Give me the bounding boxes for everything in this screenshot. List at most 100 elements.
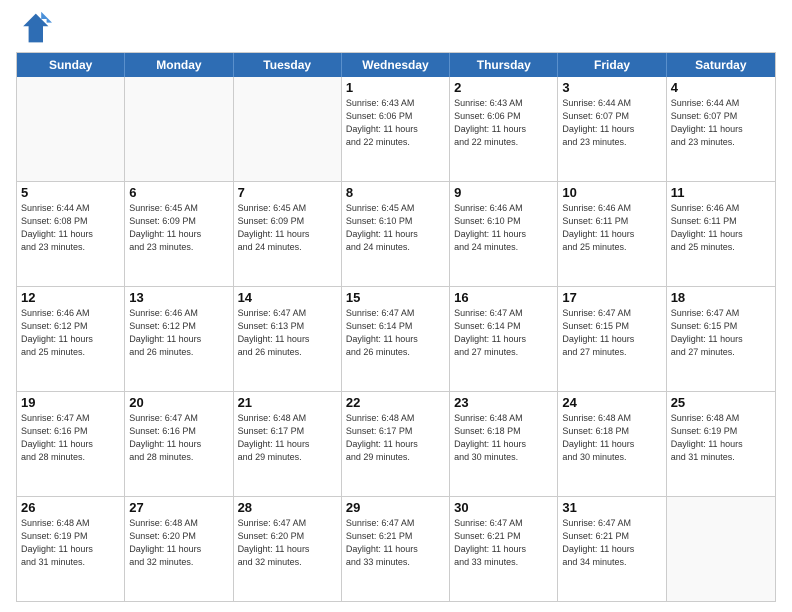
day-number: 3	[562, 80, 661, 95]
calendar-cell-27: 27 Sunrise: 6:48 AM Sunset: 6:20 PM Dayli…	[125, 497, 233, 601]
calendar-cell-14: 14 Sunrise: 6:47 AM Sunset: 6:13 PM Dayli…	[234, 287, 342, 391]
cell-text: Sunrise: 6:48 AM Sunset: 6:20 PM Dayligh…	[129, 517, 228, 569]
day-number: 19	[21, 395, 120, 410]
calendar-cell-25: 25Sunrise: 6:48 AM Sunset: 6:19 PM Dayli…	[667, 392, 775, 496]
calendar-row-4: 26 Sunrise: 6:48 AM Sunset: 6:19 PM Dayli…	[17, 496, 775, 601]
weekday-header-tuesday: Tuesday	[234, 53, 342, 77]
cell-text: Sunrise: 6:44 AM Sunset: 6:07 PM Dayligh…	[671, 97, 771, 149]
cell-text: Sunrise: 6:47 AM Sunset: 6:16 PM Dayligh…	[21, 412, 120, 464]
calendar-cell-10: 10 Sunrise: 6:46 AM Sunset: 6:11 PM Dayli…	[558, 182, 666, 286]
cell-text: Sunrise: 6:48 AM Sunset: 6:17 PM Dayligh…	[346, 412, 445, 464]
day-number: 30	[454, 500, 553, 515]
calendar-cell-13: 13 Sunrise: 6:46 AM Sunset: 6:12 PM Dayli…	[125, 287, 233, 391]
cell-text: Sunrise: 6:46 AM Sunset: 6:12 PM Dayligh…	[129, 307, 228, 359]
cell-text: Sunrise: 6:47 AM Sunset: 6:14 PM Dayligh…	[454, 307, 553, 359]
calendar-cell-5: 5 Sunrise: 6:44 AM Sunset: 6:08 PM Daylig…	[17, 182, 125, 286]
calendar-header: SundayMondayTuesdayWednesdayThursdayFrid…	[17, 53, 775, 77]
day-number: 28	[238, 500, 337, 515]
cell-text: Sunrise: 6:44 AM Sunset: 6:08 PM Dayligh…	[21, 202, 120, 254]
calendar-body: 1 Sunrise: 6:43 AM Sunset: 6:06 PM Daylig…	[17, 77, 775, 601]
weekday-header-wednesday: Wednesday	[342, 53, 450, 77]
logo-icon	[16, 10, 52, 46]
cell-text: Sunrise: 6:46 AM Sunset: 6:11 PM Dayligh…	[671, 202, 771, 254]
day-number: 1	[346, 80, 445, 95]
weekday-header-monday: Monday	[125, 53, 233, 77]
calendar-cell-28: 28 Sunrise: 6:47 AM Sunset: 6:20 PM Dayli…	[234, 497, 342, 601]
day-number: 27	[129, 500, 228, 515]
calendar-cell-empty-0-1	[125, 77, 233, 181]
day-number: 17	[562, 290, 661, 305]
calendar-cell-9: 9 Sunrise: 6:46 AM Sunset: 6:10 PM Daylig…	[450, 182, 558, 286]
cell-text: Sunrise: 6:48 AM Sunset: 6:17 PM Dayligh…	[238, 412, 337, 464]
header	[16, 10, 776, 46]
cell-text: Sunrise: 6:46 AM Sunset: 6:11 PM Dayligh…	[562, 202, 661, 254]
day-number: 11	[671, 185, 771, 200]
cell-text: Sunrise: 6:48 AM Sunset: 6:19 PM Dayligh…	[21, 517, 120, 569]
calendar-cell-29: 29 Sunrise: 6:47 AM Sunset: 6:21 PM Dayli…	[342, 497, 450, 601]
calendar-cell-26: 26 Sunrise: 6:48 AM Sunset: 6:19 PM Dayli…	[17, 497, 125, 601]
calendar-row-1: 5 Sunrise: 6:44 AM Sunset: 6:08 PM Daylig…	[17, 181, 775, 286]
weekday-header-friday: Friday	[558, 53, 666, 77]
day-number: 20	[129, 395, 228, 410]
cell-text: Sunrise: 6:43 AM Sunset: 6:06 PM Dayligh…	[454, 97, 553, 149]
weekday-header-sunday: Sunday	[17, 53, 125, 77]
calendar-cell-1: 1 Sunrise: 6:43 AM Sunset: 6:06 PM Daylig…	[342, 77, 450, 181]
day-number: 29	[346, 500, 445, 515]
cell-text: Sunrise: 6:44 AM Sunset: 6:07 PM Dayligh…	[562, 97, 661, 149]
calendar-cell-11: 11 Sunrise: 6:46 AM Sunset: 6:11 PM Dayli…	[667, 182, 775, 286]
day-number: 5	[21, 185, 120, 200]
calendar-cell-23: 23Sunrise: 6:48 AM Sunset: 6:18 PM Dayli…	[450, 392, 558, 496]
cell-text: Sunrise: 6:46 AM Sunset: 6:10 PM Dayligh…	[454, 202, 553, 254]
day-number: 22	[346, 395, 445, 410]
calendar-cell-8: 8Sunrise: 6:45 AM Sunset: 6:10 PM Daylig…	[342, 182, 450, 286]
calendar-cell-15: 15 Sunrise: 6:47 AM Sunset: 6:14 PM Dayli…	[342, 287, 450, 391]
day-number: 12	[21, 290, 120, 305]
calendar-cell-31: 31 Sunrise: 6:47 AM Sunset: 6:21 PM Dayli…	[558, 497, 666, 601]
calendar-cell-empty-0-2	[234, 77, 342, 181]
calendar-cell-empty-4-6	[667, 497, 775, 601]
calendar-cell-18: 18Sunrise: 6:47 AM Sunset: 6:15 PM Dayli…	[667, 287, 775, 391]
calendar-row-0: 1 Sunrise: 6:43 AM Sunset: 6:06 PM Daylig…	[17, 77, 775, 181]
cell-text: Sunrise: 6:45 AM Sunset: 6:09 PM Dayligh…	[129, 202, 228, 254]
day-number: 31	[562, 500, 661, 515]
cell-text: Sunrise: 6:47 AM Sunset: 6:14 PM Dayligh…	[346, 307, 445, 359]
day-number: 13	[129, 290, 228, 305]
cell-text: Sunrise: 6:43 AM Sunset: 6:06 PM Dayligh…	[346, 97, 445, 149]
day-number: 16	[454, 290, 553, 305]
calendar-cell-21: 21 Sunrise: 6:48 AM Sunset: 6:17 PM Dayli…	[234, 392, 342, 496]
calendar-cell-12: 12 Sunrise: 6:46 AM Sunset: 6:12 PM Dayli…	[17, 287, 125, 391]
day-number: 4	[671, 80, 771, 95]
page: SundayMondayTuesdayWednesdayThursdayFrid…	[0, 0, 792, 612]
calendar-cell-30: 30 Sunrise: 6:47 AM Sunset: 6:21 PM Dayli…	[450, 497, 558, 601]
cell-text: Sunrise: 6:47 AM Sunset: 6:13 PM Dayligh…	[238, 307, 337, 359]
day-number: 10	[562, 185, 661, 200]
day-number: 15	[346, 290, 445, 305]
weekday-header-saturday: Saturday	[667, 53, 775, 77]
calendar-row-2: 12 Sunrise: 6:46 AM Sunset: 6:12 PM Dayli…	[17, 286, 775, 391]
day-number: 18	[671, 290, 771, 305]
day-number: 9	[454, 185, 553, 200]
day-number: 24	[562, 395, 661, 410]
cell-text: Sunrise: 6:48 AM Sunset: 6:19 PM Dayligh…	[671, 412, 771, 464]
calendar-cell-6: 6Sunrise: 6:45 AM Sunset: 6:09 PM Daylig…	[125, 182, 233, 286]
day-number: 26	[21, 500, 120, 515]
day-number: 14	[238, 290, 337, 305]
cell-text: Sunrise: 6:47 AM Sunset: 6:21 PM Dayligh…	[346, 517, 445, 569]
cell-text: Sunrise: 6:47 AM Sunset: 6:21 PM Dayligh…	[454, 517, 553, 569]
calendar-cell-20: 20 Sunrise: 6:47 AM Sunset: 6:16 PM Dayli…	[125, 392, 233, 496]
day-number: 21	[238, 395, 337, 410]
calendar-cell-7: 7Sunrise: 6:45 AM Sunset: 6:09 PM Daylig…	[234, 182, 342, 286]
cell-text: Sunrise: 6:48 AM Sunset: 6:18 PM Dayligh…	[562, 412, 661, 464]
day-number: 23	[454, 395, 553, 410]
cell-text: Sunrise: 6:47 AM Sunset: 6:21 PM Dayligh…	[562, 517, 661, 569]
cell-text: Sunrise: 6:45 AM Sunset: 6:10 PM Dayligh…	[346, 202, 445, 254]
calendar-cell-24: 24 Sunrise: 6:48 AM Sunset: 6:18 PM Dayli…	[558, 392, 666, 496]
calendar-cell-2: 2 Sunrise: 6:43 AM Sunset: 6:06 PM Daylig…	[450, 77, 558, 181]
day-number: 7	[238, 185, 337, 200]
cell-text: Sunrise: 6:47 AM Sunset: 6:16 PM Dayligh…	[129, 412, 228, 464]
calendar-cell-4: 4 Sunrise: 6:44 AM Sunset: 6:07 PM Daylig…	[667, 77, 775, 181]
cell-text: Sunrise: 6:47 AM Sunset: 6:20 PM Dayligh…	[238, 517, 337, 569]
calendar-cell-3: 3 Sunrise: 6:44 AM Sunset: 6:07 PM Daylig…	[558, 77, 666, 181]
day-number: 2	[454, 80, 553, 95]
cell-text: Sunrise: 6:46 AM Sunset: 6:12 PM Dayligh…	[21, 307, 120, 359]
